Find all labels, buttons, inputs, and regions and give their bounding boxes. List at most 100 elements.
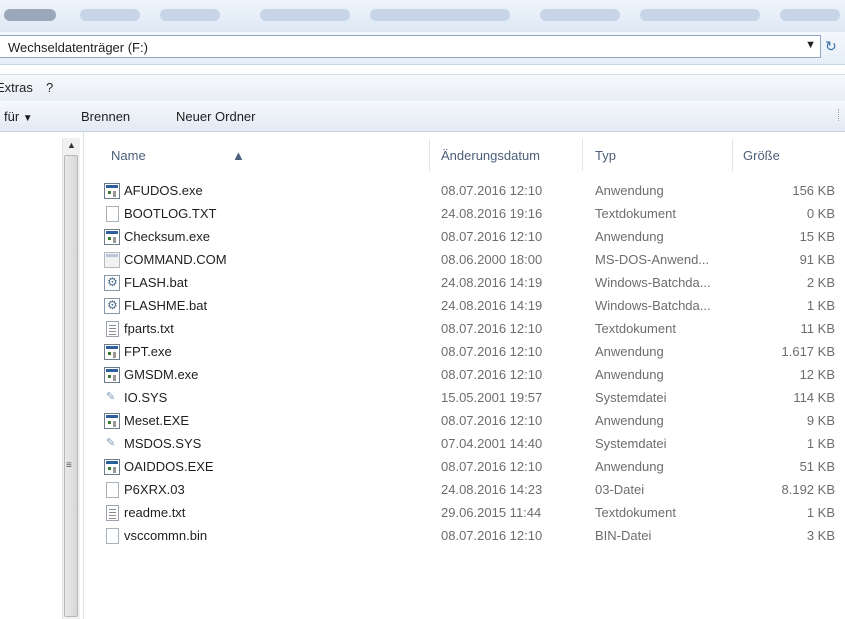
burn-button[interactable]: Brennen bbox=[81, 109, 130, 124]
file-row[interactable]: vsccommn.bin 08.07.2016 12:10 BIN-Datei 3 K… bbox=[84, 525, 845, 548]
file-type: BIN-Datei bbox=[595, 528, 652, 543]
file-row[interactable]: BOOTLOG.TXT 24.08.2016 19:16 Textdokument 0… bbox=[84, 203, 845, 226]
header-name-label: Name bbox=[111, 148, 146, 163]
sort-ascending-icon: ▲ bbox=[232, 148, 245, 163]
file-row[interactable]: OAIDDOS.EXE 08.07.2016 12:10 Anwendung 51 K… bbox=[84, 456, 845, 479]
file-size: 12 KB bbox=[799, 367, 835, 382]
file-name: MSDOS.SYS bbox=[124, 436, 202, 451]
file-size: 8.192 KB bbox=[781, 482, 836, 497]
file-size: 1 KB bbox=[806, 505, 835, 520]
file-type: Anwendung bbox=[595, 344, 664, 359]
blank-document-icon bbox=[106, 206, 119, 222]
file-type: Windows-Batchda... bbox=[595, 298, 711, 313]
file-size: 114 KB bbox=[793, 390, 835, 405]
file-date: 08.07.2016 12:10 bbox=[441, 229, 543, 244]
file-date: 08.07.2016 12:10 bbox=[441, 183, 543, 198]
file-row[interactable]: FLASH.bat 24.08.2016 14:19 Windows-Batchda… bbox=[84, 272, 845, 295]
system-file-icon bbox=[104, 390, 120, 406]
address-bar-row: Wechseldatenträger (F:) ▼ ↻ bbox=[0, 32, 845, 65]
file-date: 08.07.2016 12:10 bbox=[441, 367, 543, 382]
file-size: 15 KB bbox=[799, 229, 835, 244]
batch-file-icon bbox=[104, 275, 120, 291]
file-size: 3 KB bbox=[806, 528, 835, 543]
file-name: AFUDOS.exe bbox=[124, 183, 203, 198]
file-date: 15.05.2001 19:57 bbox=[441, 390, 543, 405]
file-type: Anwendung bbox=[595, 183, 664, 198]
nav-scrollbar[interactable]: ▲ ≡ bbox=[62, 138, 80, 619]
scroll-grip-icon: ≡ bbox=[66, 460, 72, 471]
file-date: 08.07.2016 12:10 bbox=[441, 528, 543, 543]
file-row[interactable]: readme.txt 29.06.2015 11:44 Textdokument 1 … bbox=[84, 502, 845, 525]
file-name: vsccommn.bin bbox=[124, 528, 208, 543]
file-row[interactable]: GMSDM.exe 08.07.2016 12:10 Anwendung 12 KB bbox=[84, 364, 845, 387]
blank-document-icon bbox=[106, 528, 119, 544]
file-name: GMSDM.exe bbox=[124, 367, 199, 382]
header-date[interactable]: Änderungsdatum bbox=[430, 139, 582, 171]
menu-help[interactable]: ? bbox=[46, 80, 53, 95]
header-type-label: Typ bbox=[595, 148, 616, 163]
file-name: Checksum.exe bbox=[124, 229, 210, 244]
scrollbar-thumb[interactable] bbox=[64, 155, 78, 617]
batch-file-icon bbox=[104, 298, 120, 314]
file-size: 1.617 KB bbox=[781, 344, 836, 359]
file-date: 08.07.2016 12:10 bbox=[441, 344, 543, 359]
file-size: 1 KB bbox=[806, 436, 835, 451]
file-date: 07.04.2001 14:40 bbox=[441, 436, 543, 451]
file-row[interactable]: IO.SYS 15.05.2001 19:57 Systemdatei 114 KB bbox=[84, 387, 845, 410]
text-document-icon bbox=[106, 505, 119, 521]
file-type: Textdokument bbox=[595, 505, 676, 520]
menu-extras[interactable]: Extras bbox=[0, 80, 33, 95]
file-row[interactable]: FLASHME.bat 24.08.2016 14:19 Windows-Batch… bbox=[84, 295, 845, 318]
refresh-icon[interactable]: ↻ bbox=[825, 38, 845, 58]
file-size: 156 KB bbox=[792, 183, 835, 198]
file-name: readme.txt bbox=[124, 505, 186, 520]
file-row[interactable]: Meset.EXE 08.07.2016 12:10 Anwendung 9 KB bbox=[84, 410, 845, 433]
header-name[interactable]: Name ▲ bbox=[84, 139, 429, 171]
file-type: Anwendung bbox=[595, 229, 664, 244]
header-date-label: Änderungsdatum bbox=[441, 148, 541, 163]
file-row[interactable]: COMMAND.COM 08.06.2000 18:00 MS-DOS-Anwend… bbox=[84, 249, 845, 272]
file-date: 24.08.2016 14:19 bbox=[441, 298, 543, 313]
application-icon bbox=[104, 183, 120, 199]
new-folder-button[interactable]: Neuer Ordner bbox=[176, 109, 255, 124]
file-type: Systemdatei bbox=[595, 436, 667, 451]
file-name: FPT.exe bbox=[124, 344, 172, 359]
file-date: 08.07.2016 12:10 bbox=[441, 321, 543, 336]
file-row[interactable]: FPT.exe 08.07.2016 12:10 Anwendung 1.617 KB bbox=[84, 341, 845, 364]
organize-label: für bbox=[4, 109, 20, 124]
file-type: 03-Datei bbox=[595, 482, 645, 497]
chevron-down-icon: ▼ bbox=[22, 113, 33, 124]
address-bar[interactable]: Wechseldatenträger (F:) ▼ bbox=[0, 35, 821, 58]
text-document-icon bbox=[106, 321, 119, 337]
header-type[interactable]: Typ bbox=[583, 139, 732, 171]
file-list: AFUDOS.exe 08.07.2016 12:10 Anwendung 156 K… bbox=[84, 180, 845, 548]
file-size: 51 KB bbox=[799, 459, 835, 474]
file-row[interactable]: fparts.txt 08.07.2016 12:10 Textdokument 11… bbox=[84, 318, 845, 341]
organize-button[interactable]: für ▼ bbox=[4, 109, 33, 124]
scroll-up-arrow-icon[interactable]: ▲ bbox=[67, 140, 76, 150]
file-row[interactable]: P6XRX.03 24.08.2016 14:23 03-Datei 8.192 KB bbox=[84, 479, 845, 502]
file-date: 24.08.2016 14:23 bbox=[441, 482, 543, 497]
column-header: Name ▲ Änderungsdatum Typ Größe bbox=[84, 139, 845, 171]
file-type: MS-DOS-Anwend... bbox=[595, 252, 710, 267]
file-type: Anwendung bbox=[595, 367, 664, 382]
file-date: 08.07.2016 12:10 bbox=[441, 459, 543, 474]
file-type: Textdokument bbox=[595, 206, 676, 221]
file-name: OAIDDOS.EXE bbox=[124, 459, 214, 474]
menu-bar: Extras ? bbox=[0, 74, 845, 102]
file-name: COMMAND.COM bbox=[124, 252, 227, 267]
file-row[interactable]: MSDOS.SYS 07.04.2001 14:40 Systemdatei 1 KB bbox=[84, 433, 845, 456]
file-row[interactable]: Checksum.exe 08.07.2016 12:10 Anwendung 15 … bbox=[84, 226, 845, 249]
application-icon bbox=[104, 413, 120, 429]
header-size[interactable]: Größe bbox=[733, 139, 845, 171]
file-name: fparts.txt bbox=[124, 321, 174, 336]
file-name: FLASHME.bat bbox=[124, 298, 208, 313]
chevron-down-icon[interactable]: ▼ bbox=[805, 39, 816, 51]
application-icon bbox=[104, 229, 120, 245]
file-type: Anwendung bbox=[595, 413, 664, 428]
file-type: Anwendung bbox=[595, 459, 664, 474]
blurred-toolbar bbox=[0, 0, 845, 32]
file-date: 24.08.2016 19:16 bbox=[441, 206, 543, 221]
file-row[interactable]: AFUDOS.exe 08.07.2016 12:10 Anwendung 156 K… bbox=[84, 180, 845, 203]
file-type: Windows-Batchda... bbox=[595, 275, 711, 290]
